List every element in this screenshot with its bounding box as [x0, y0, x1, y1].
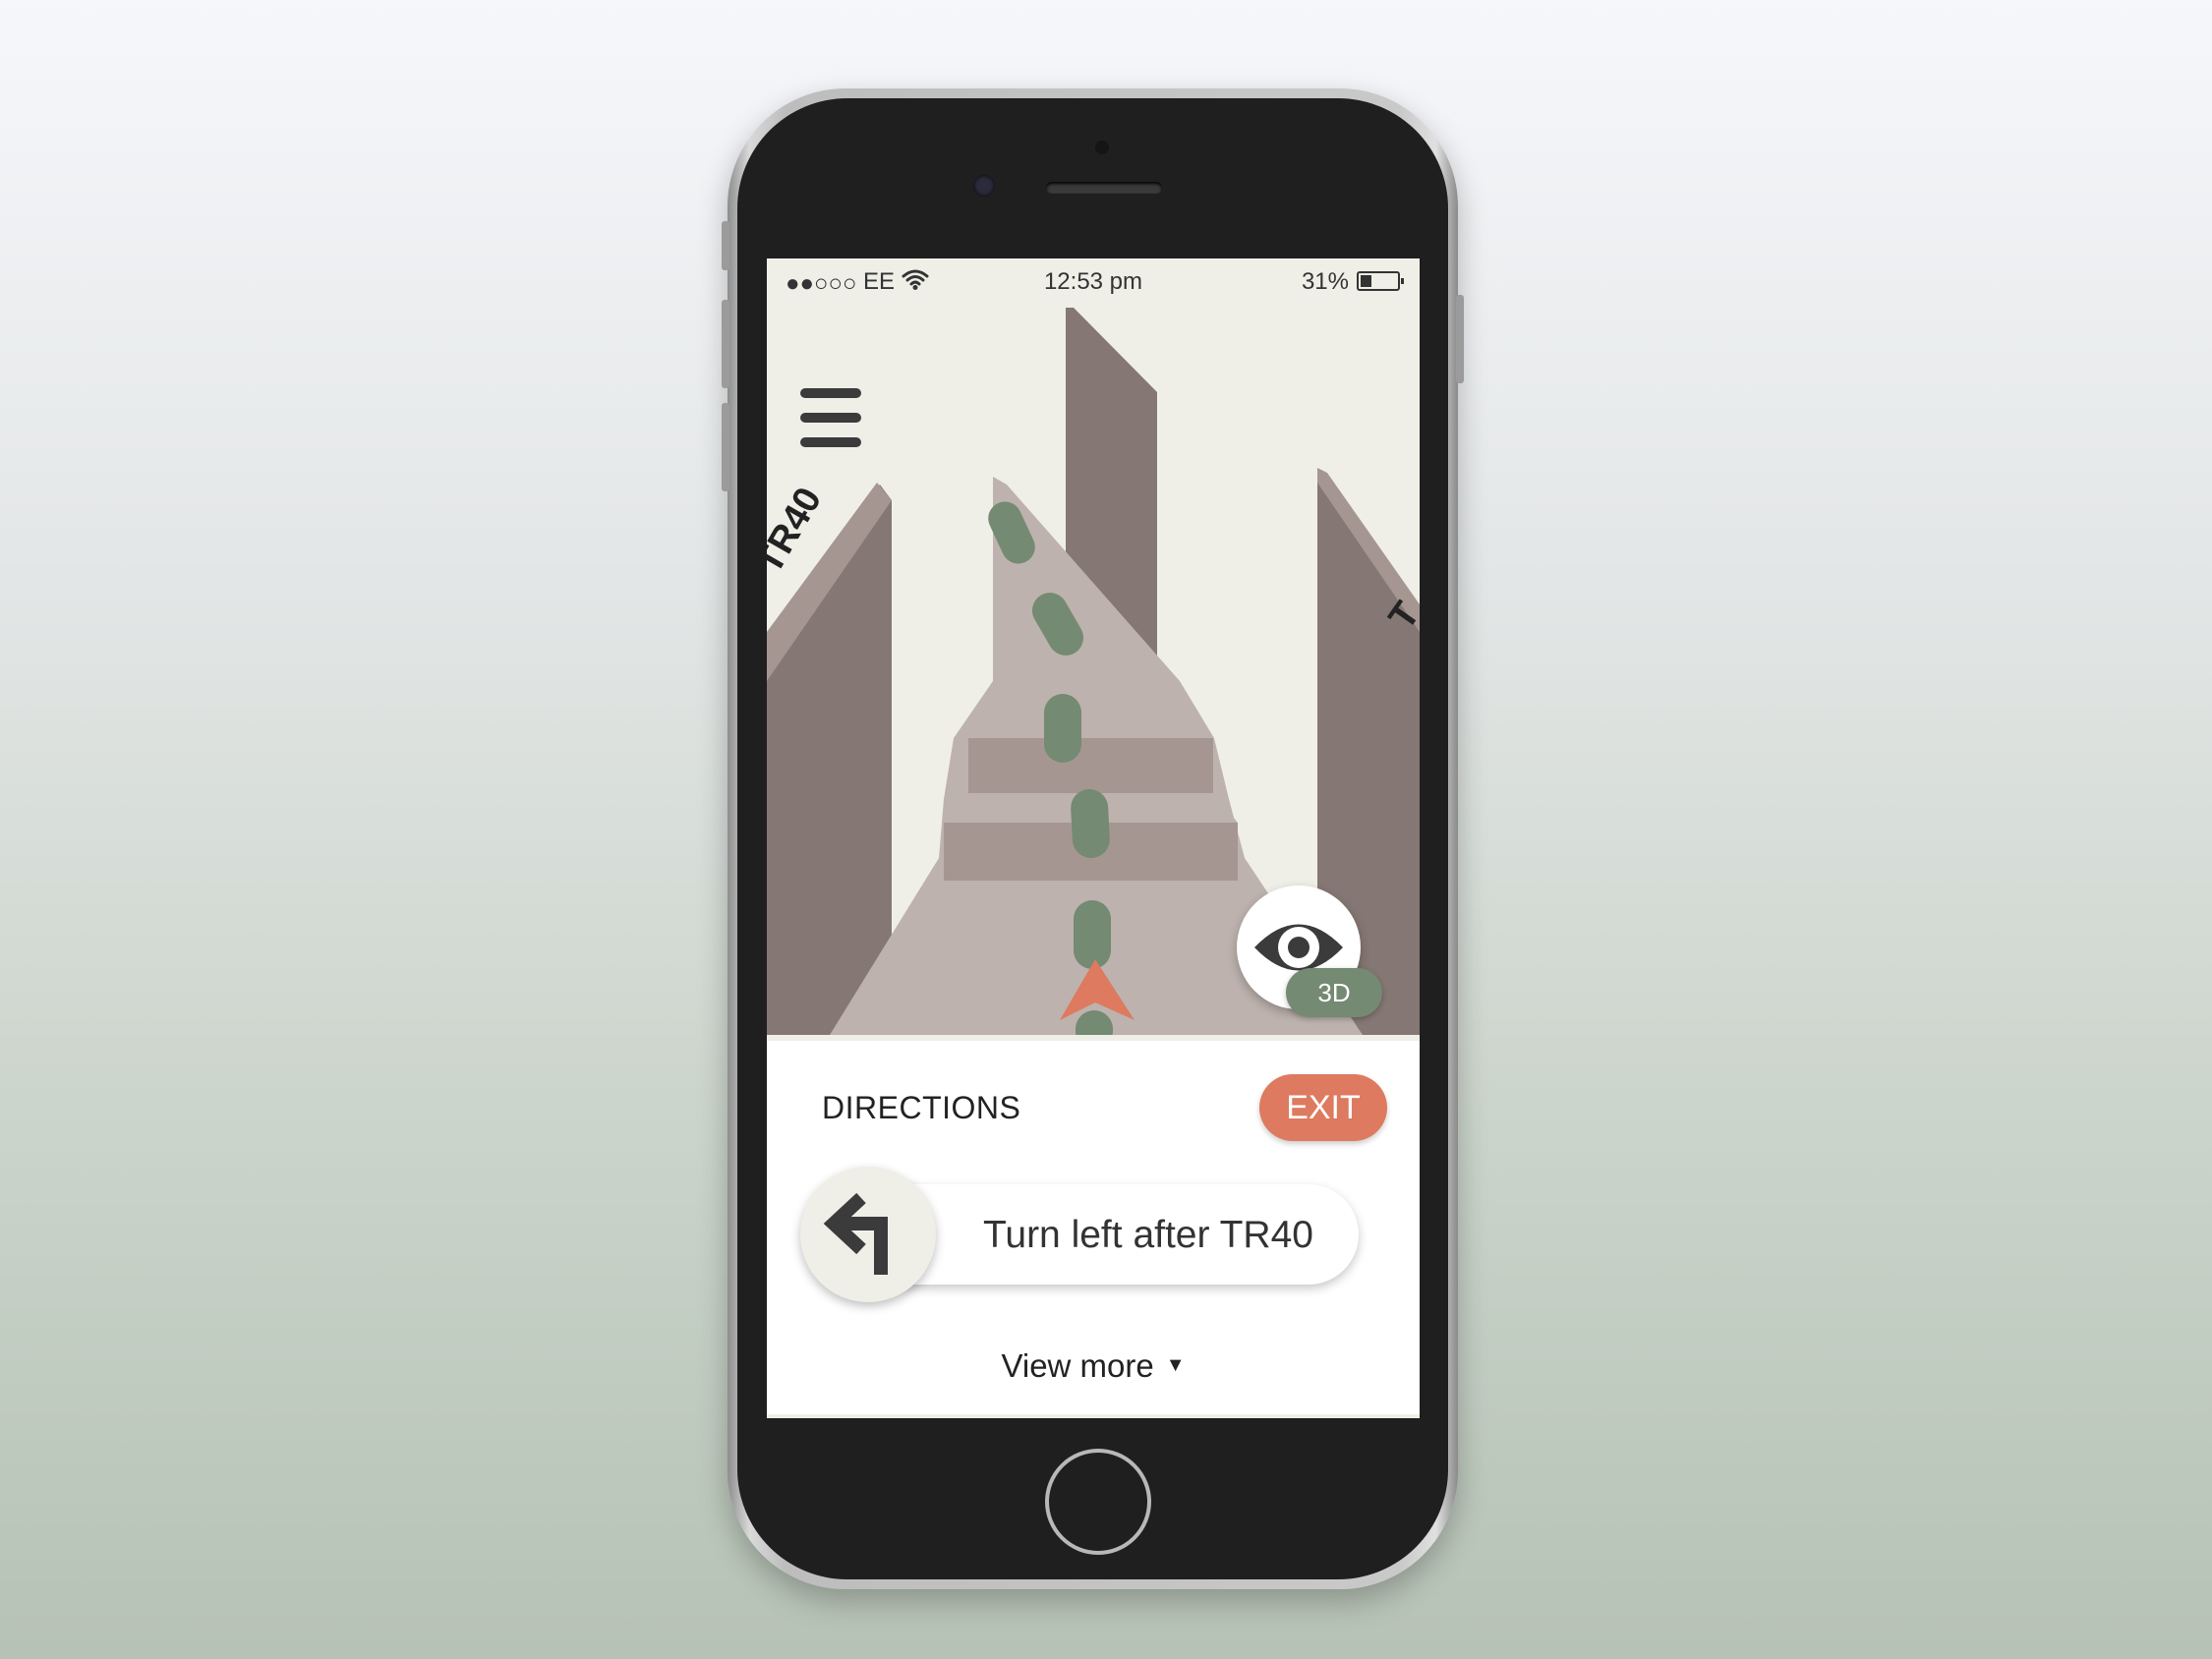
hamburger-menu-icon: [800, 388, 861, 398]
instruction-text: Turn left after TR40: [983, 1214, 1313, 1256]
power-button: [1456, 295, 1464, 383]
view-more-link[interactable]: View more ▼: [767, 1347, 1420, 1385]
caret-down-icon: ▼: [1165, 1354, 1186, 1376]
volume-down-button: [722, 403, 729, 491]
volume-up-button: [722, 300, 729, 388]
status-bar: ●●○○○ EE 12:53 pm 31%: [767, 258, 1420, 308]
exit-button[interactable]: EXIT: [1259, 1074, 1387, 1141]
app-screen: ●●○○○ EE 12:53 pm 31% TR40 T 3D DIRECTIO…: [767, 258, 1420, 1418]
front-camera: [973, 175, 995, 197]
view-mode-badge[interactable]: 3D: [1286, 968, 1382, 1017]
battery-icon: [1357, 271, 1404, 291]
earpiece-speaker: [1046, 182, 1162, 194]
road-step: [968, 738, 1213, 793]
home-button[interactable]: [1045, 1449, 1151, 1555]
panel-title: DIRECTIONS: [822, 1090, 1021, 1125]
turn-left-arrow-icon: [800, 1167, 936, 1302]
directions-panel: DIRECTIONS EXIT Turn left after TR40 Vie…: [767, 1041, 1420, 1414]
battery-percent: 31%: [1301, 268, 1349, 295]
proximity-sensor: [1095, 141, 1109, 154]
menu-button[interactable]: [800, 388, 861, 447]
mute-switch: [722, 221, 729, 270]
view-more-label: View more: [1001, 1347, 1154, 1384]
